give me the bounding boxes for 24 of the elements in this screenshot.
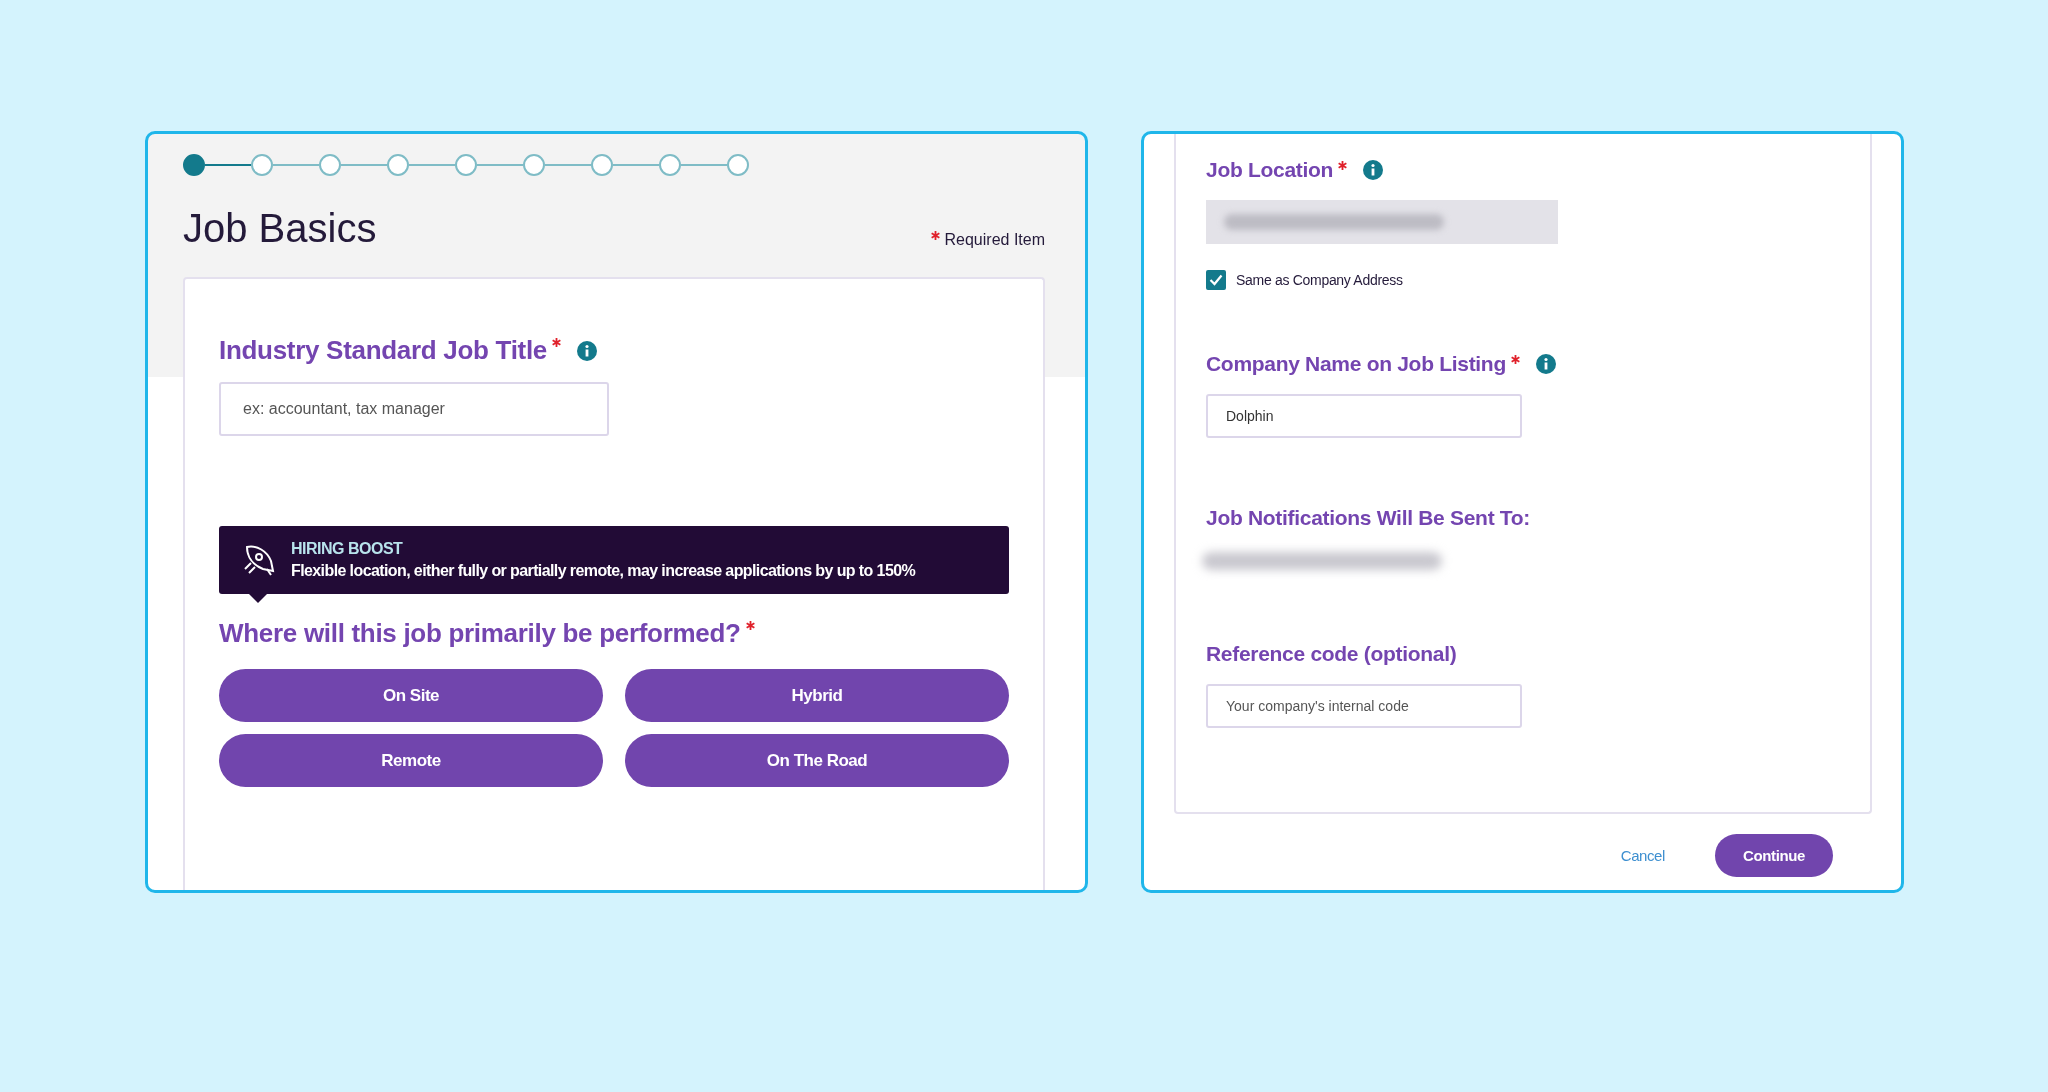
field-label: Company Name on Job Listing [1206, 352, 1506, 376]
required-note: Required Item [944, 231, 1045, 249]
required-mark-icon [930, 231, 940, 240]
field-label: Where will this job primarily be performed? [219, 618, 741, 649]
field-label: Job Notifications Will Be Sent To: [1206, 506, 1531, 530]
hiring-boost-heading: HIRING BOOST [291, 540, 404, 558]
info-icon[interactable] [577, 340, 598, 361]
checkbox-label: Same as Company Address [1236, 272, 1403, 288]
location-option-button[interactable]: On Site [219, 669, 603, 722]
cancel-link[interactable]: Cancel [1620, 847, 1665, 864]
location-option-button[interactable]: Remote [219, 734, 603, 787]
hiring-boost-text: Flexible location, either fully or partially remote, may increase applications by up to 150% [291, 562, 916, 580]
page-title: Job Basics [183, 206, 377, 251]
company-name-input[interactable]: Dolphin [1206, 394, 1522, 438]
field-label: Reference code (optional) [1206, 642, 1457, 666]
field-label: Job Location [1206, 158, 1334, 182]
reference-code-input[interactable]: Your company's internal code [1206, 684, 1522, 728]
field-label: Industry Standard Job Title [219, 335, 548, 366]
job-title-input[interactable]: ex: accountant, tax manager [219, 382, 609, 436]
continue-button[interactable]: Continue [1715, 834, 1833, 877]
location-option-button[interactable]: Hybrid [625, 669, 1009, 722]
location-option-button[interactable]: On The Road [625, 734, 1009, 787]
checkbox[interactable] [1206, 270, 1226, 290]
info-icon[interactable] [1535, 354, 1556, 374]
